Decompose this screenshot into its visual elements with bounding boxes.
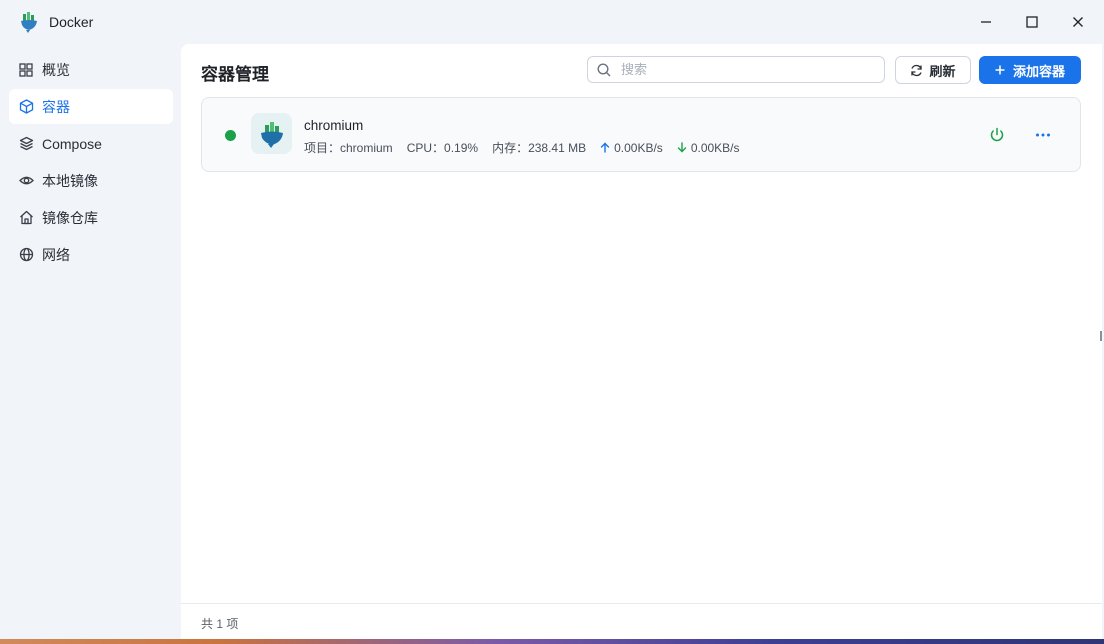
download-rate: 0.00KB/s	[690, 140, 740, 155]
desktop-background	[0, 639, 1104, 644]
sidebar-item-local-images[interactable]: 本地镜像	[9, 163, 173, 198]
sidebar-item-label: 网络	[42, 246, 70, 263]
layers-icon	[18, 136, 34, 152]
add-container-label: 添加容器	[1012, 63, 1065, 79]
plus-icon	[995, 65, 1005, 75]
search-box[interactable]	[587, 56, 885, 83]
status-running-indicator	[225, 130, 236, 141]
main-panel: 容器管理 刷新 添加容器	[181, 44, 1102, 640]
upload-rate: 0.00KB/s	[614, 140, 663, 155]
refresh-button[interactable]: 刷新	[895, 56, 971, 84]
item-count: 共 1 项	[201, 617, 239, 631]
sidebar-item-label: 本地镜像	[42, 172, 98, 189]
sidebar-item-label: 镜像仓库	[42, 209, 98, 226]
app-window: Docker 概览 容器 Compose 本地镜像 镜像仓库 网络 容器管理 搜…	[0, 0, 1104, 644]
maximize-button[interactable]	[1019, 10, 1045, 34]
sidebar-item-overview[interactable]: 概览	[9, 52, 173, 87]
power-icon	[990, 127, 1004, 142]
sidebar-item-label: Compose	[42, 135, 102, 152]
sidebar-item-containers[interactable]: 容器	[9, 89, 173, 124]
cube-icon	[18, 99, 34, 115]
add-container-button[interactable]: 添加容器	[979, 56, 1081, 84]
maximize-icon	[1026, 16, 1038, 28]
close-icon	[1073, 17, 1083, 27]
eye-icon	[18, 173, 34, 189]
arrow-down-icon	[677, 142, 687, 153]
grid-icon	[18, 62, 34, 78]
more-options-button[interactable]	[1032, 125, 1054, 145]
resize-handle[interactable]	[1100, 331, 1102, 341]
container-app-icon	[251, 113, 292, 154]
globe-icon	[18, 247, 34, 263]
footer-divider	[181, 603, 1102, 604]
container-cpu: CPU：0.19%	[406, 141, 479, 155]
container-download: 0.00KB/s	[677, 141, 740, 155]
home-icon	[18, 210, 34, 226]
refresh-icon	[910, 64, 923, 77]
sidebar-item-network[interactable]: 网络	[9, 237, 173, 272]
search-input[interactable]	[619, 61, 863, 78]
search-icon	[597, 62, 611, 77]
more-icon	[1036, 133, 1050, 137]
title-bar: Docker	[0, 0, 1104, 44]
container-card[interactable]: chromium 项目：chromium CPU：0.19% 内存：238.41…	[201, 97, 1081, 172]
container-memory: 内存：238.41 MB	[492, 141, 587, 155]
close-button[interactable]	[1065, 10, 1091, 34]
sidebar-item-label: 概览	[42, 61, 70, 78]
container-name: chromium	[304, 118, 364, 133]
power-button[interactable]	[987, 125, 1007, 145]
minimize-icon	[981, 21, 991, 23]
container-meta: 项目：chromium CPU：0.19% 内存：238.41 MB 0.00K…	[304, 139, 754, 156]
sidebar-item-label: 容器	[42, 98, 70, 115]
docker-logo-icon	[18, 11, 40, 33]
container-project: 项目：chromium	[304, 141, 393, 155]
sidebar-item-image-registry[interactable]: 镜像仓库	[9, 200, 173, 235]
page-title: 容器管理	[201, 65, 269, 84]
app-title: Docker	[49, 14, 94, 30]
sidebar-item-compose[interactable]: Compose	[9, 126, 173, 161]
arrow-up-icon	[600, 142, 610, 153]
container-upload: 0.00KB/s	[600, 141, 663, 155]
refresh-label: 刷新	[929, 63, 956, 79]
minimize-button[interactable]	[973, 10, 999, 34]
